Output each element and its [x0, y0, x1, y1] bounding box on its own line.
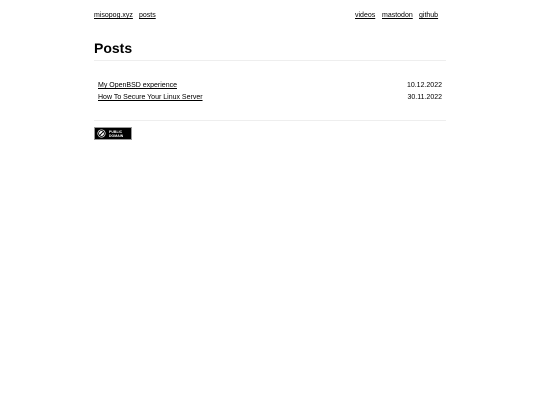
footer-divider — [94, 120, 446, 121]
post-date: 10.12.2022 — [406, 82, 442, 89]
post-row: My OpenBSD experience 10.12.2022 — [98, 81, 442, 93]
license-line-1: PUBLIC — [109, 129, 123, 134]
license-line-2: DOMAIN — [109, 133, 124, 138]
post-row: How To Secure Your Linux Server 30.11.20… — [98, 93, 442, 105]
license-text: PUBLIC DOMAIN — [109, 130, 123, 138]
github-link[interactable]: github — [419, 11, 438, 21]
public-domain-badge[interactable]: PUBLIC DOMAIN — [94, 127, 132, 140]
post-title-link[interactable]: How To Secure Your Linux Server — [98, 93, 203, 103]
post-date: 30.11.2022 — [407, 94, 442, 101]
header-divider — [94, 60, 446, 61]
mastodon-link[interactable]: mastodon — [382, 11, 413, 21]
site-home-link[interactable]: misopog.xyz — [94, 11, 133, 21]
posts-link[interactable]: posts — [139, 11, 156, 21]
page-title: Posts — [94, 40, 133, 56]
post-list: My OpenBSD experience 10.12.2022 How To … — [98, 81, 442, 105]
videos-link[interactable]: videos — [355, 11, 375, 21]
post-title-link[interactable]: My OpenBSD experience — [98, 81, 177, 91]
top-nav: misopog.xyz posts videos mastodon github — [94, 11, 446, 23]
public-domain-icon — [97, 129, 106, 138]
